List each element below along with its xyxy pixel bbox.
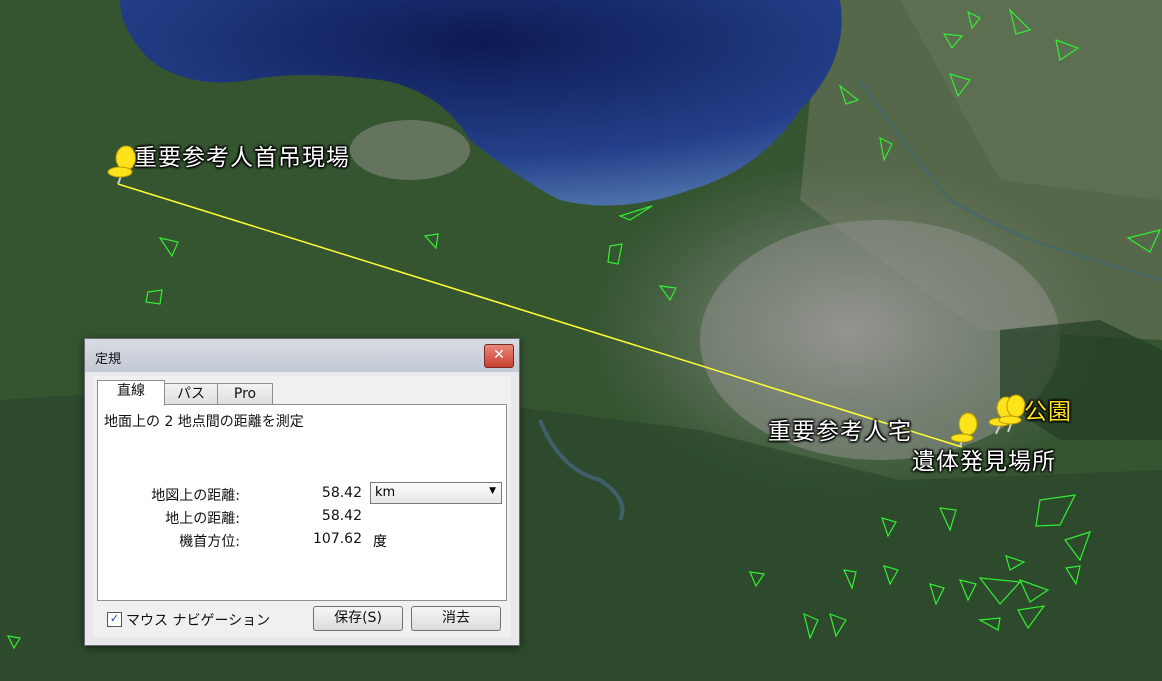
ruler-dialog: 定規 ✕ 直線 パス Pro 地面上の 2 地点間の距離を測定 地図上の距離: …: [84, 338, 520, 646]
placemark-label[interactable]: 公園: [1024, 392, 1072, 426]
unit-select-value: km: [375, 485, 396, 500]
placemark-label[interactable]: 重要参考人首吊現場: [134, 138, 350, 172]
ground-distance-label: 地上の距離:: [165, 511, 240, 527]
map-distance-value: 58.42: [321, 485, 362, 501]
dialog-client: 直線 パス Pro 地面上の 2 地点間の距離を測定 地図上の距離: 58.42…: [93, 376, 511, 637]
heading-value: 107.62: [313, 531, 362, 547]
placemark-label[interactable]: 遺体発見場所: [912, 442, 1056, 476]
clear-button[interactable]: 消去: [411, 606, 501, 631]
heading-unit: 度: [373, 534, 387, 550]
tab-path[interactable]: パス: [163, 383, 219, 405]
map-distance-label: 地図上の距離:: [151, 488, 240, 504]
dialog-title: 定規: [95, 352, 122, 367]
tab-line[interactable]: 直線: [97, 380, 165, 406]
save-button[interactable]: 保存(S): [313, 606, 403, 631]
tab-panel: 地面上の 2 地点間の距離を測定 地図上の距離: 58.42 km ▼ 地上の距…: [97, 404, 507, 601]
close-icon: ✕: [493, 347, 505, 363]
close-button[interactable]: ✕: [484, 344, 514, 368]
unit-select[interactable]: km ▼: [370, 482, 502, 504]
dialog-titlebar[interactable]: 定規 ✕: [85, 339, 519, 372]
measure-description: 地面上の 2 地点間の距離を測定: [104, 414, 304, 430]
check-icon: ✓: [109, 612, 120, 625]
mouse-navigation-checkbox[interactable]: ✓: [107, 612, 122, 627]
ground-distance-value: 58.42: [321, 508, 362, 524]
mouse-navigation-label[interactable]: マウス ナビゲーション: [126, 610, 270, 630]
heading-label: 機首方位:: [179, 534, 240, 550]
chevron-down-icon: ▼: [489, 486, 496, 496]
dialog-bottom-bar: ✓ マウス ナビゲーション 保存(S) 消去: [93, 604, 511, 634]
tab-pro[interactable]: Pro: [217, 383, 273, 405]
placemark-label[interactable]: 重要参考人宅: [768, 412, 912, 446]
